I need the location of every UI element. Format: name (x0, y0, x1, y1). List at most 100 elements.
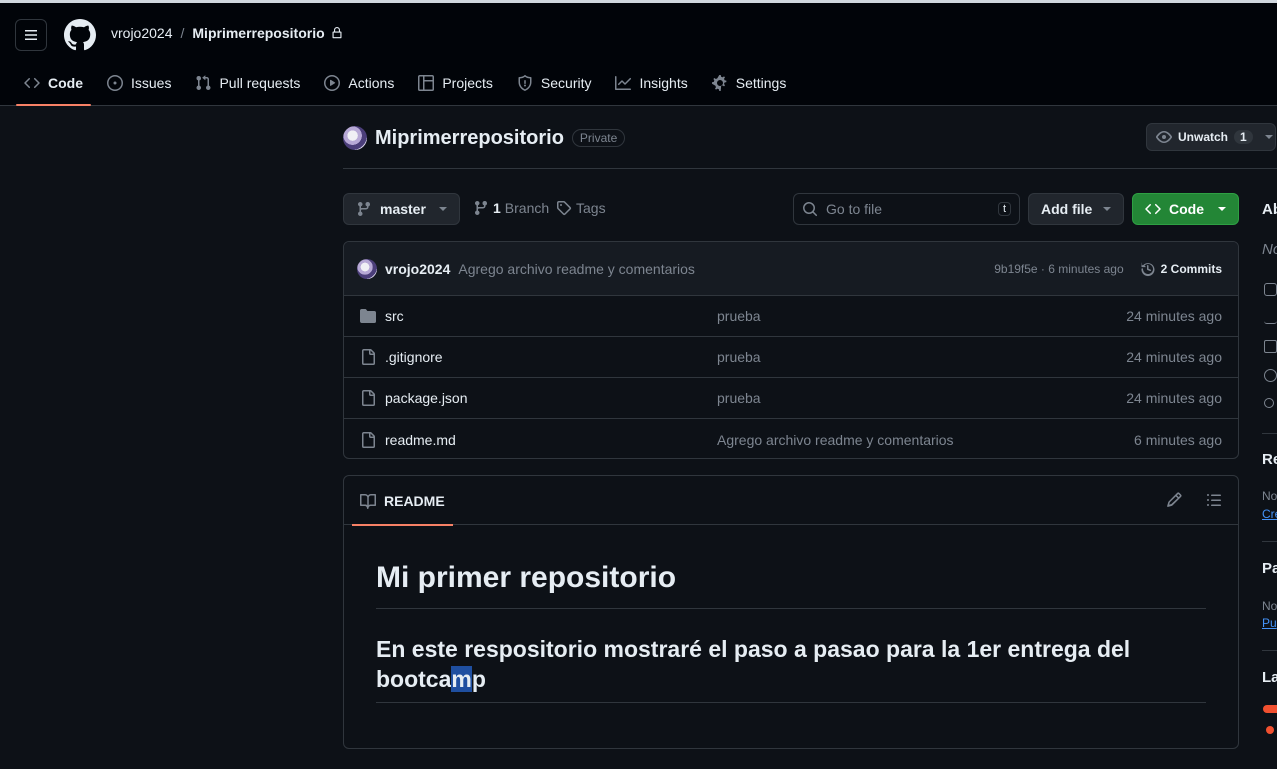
tab-insights[interactable]: Insights (607, 61, 695, 105)
repo-nav: Code Issues Pull requests Actions Projec… (16, 61, 802, 106)
page-title: Miprimerrepositorio (375, 126, 564, 149)
github-logo-icon[interactable] (64, 19, 96, 51)
file-commit-message[interactable]: Agrego archivo readme y comentarios (717, 432, 954, 448)
tags-link[interactable]: Tags (556, 200, 606, 216)
tab-readme[interactable]: README (352, 476, 453, 526)
file-time: 6 minutes ago (1134, 431, 1222, 448)
about-description: No (1262, 241, 1277, 258)
divider (343, 168, 1277, 169)
sidebar-divider (1262, 433, 1277, 434)
pencil-icon[interactable] (1166, 492, 1182, 508)
book-icon (1264, 283, 1277, 296)
file-commit-message[interactable]: prueba (717, 390, 761, 406)
tab-security[interactable]: Security (509, 61, 600, 105)
avatar[interactable] (343, 126, 367, 150)
branch-select-button[interactable]: master (343, 193, 460, 225)
language-bar (1263, 705, 1277, 713)
table-row[interactable]: src prueba 24 minutes ago (344, 296, 1238, 337)
commit-message[interactable]: Agrego archivo readme y comentarios (458, 261, 695, 277)
create-release-link[interactable]: Cre (1262, 507, 1277, 521)
commits-link[interactable]: 2 Commits (1140, 261, 1222, 277)
commit-hash-time[interactable]: 9b19f5e · 6 minutes ago (994, 262, 1123, 276)
tab-pull-requests[interactable]: Pull requests (187, 61, 308, 105)
visibility-badge: Private (571, 129, 626, 147)
chevron-down-icon (1218, 207, 1226, 211)
packages-heading: Pa (1262, 560, 1277, 577)
pulse-icon (1264, 311, 1277, 324)
readme-tab-label: README (384, 492, 445, 509)
file-time: 24 minutes ago (1126, 349, 1222, 365)
readme-header: README (344, 476, 1238, 526)
branch-icon (358, 201, 370, 217)
code-label: Code (1169, 201, 1204, 217)
languages-heading: La (1262, 669, 1277, 686)
tab-code[interactable]: Code (16, 61, 91, 106)
issue-icon (107, 75, 123, 91)
sidebar-divider (1262, 650, 1277, 651)
add-file-button[interactable]: Add file (1028, 193, 1124, 225)
table-row[interactable]: readme.md Agrego archivo readme y coment… (344, 419, 1238, 458)
tab-settings[interactable]: Settings (704, 61, 795, 105)
readme-subheading-text: En este respositorio mostraré el paso a … (376, 636, 1131, 692)
history-icon (1141, 262, 1155, 276)
file-time: 24 minutes ago (1126, 390, 1222, 406)
book-icon (360, 493, 376, 509)
branch-count-link[interactable]: 1 Branch (473, 200, 549, 216)
publish-package-link[interactable]: Pu (1262, 616, 1277, 630)
file-name[interactable]: package.json (385, 390, 468, 406)
chevron-down-icon (1264, 135, 1273, 139)
watch-count: 1 (1234, 130, 1253, 144)
tab-issues[interactable]: Issues (99, 61, 179, 105)
readme-subheading-end: p (471, 666, 486, 692)
branch-icon (475, 200, 487, 216)
hamburger-icon (25, 30, 37, 40)
latest-commit-row: vrojo2024 Agrego archivo readme y coment… (344, 242, 1238, 296)
breadcrumb-repo[interactable]: Miprimerrepositorio (192, 25, 324, 41)
releases-heading: Re (1262, 451, 1277, 468)
branch-label: Branch (504, 200, 550, 216)
tab-label: Security (540, 75, 592, 91)
file-name[interactable]: .gitignore (385, 349, 443, 365)
file-commit-message[interactable]: prueba (717, 308, 761, 324)
chevron-down-icon (1103, 207, 1111, 211)
text-selection: m (451, 666, 472, 692)
breadcrumb: vrojo2024 / Miprimerrepositorio (111, 25, 343, 41)
commits-count: 2 Commits (1160, 261, 1222, 276)
add-file-label: Add file (1041, 201, 1093, 217)
table-row[interactable]: .gitignore prueba 24 minutes ago (344, 337, 1238, 378)
file-commit-message[interactable]: prueba (717, 349, 761, 365)
list-icon[interactable] (1206, 492, 1222, 508)
eye-icon (1264, 369, 1277, 382)
tab-label: Insights (639, 75, 688, 91)
eye-icon (1156, 131, 1172, 143)
file-name[interactable]: readme.md (385, 432, 456, 448)
unwatch-button[interactable]: Unwatch 1 (1146, 123, 1276, 151)
menu-button[interactable] (15, 19, 47, 51)
gear-icon (711, 75, 727, 91)
tab-label: Settings (735, 75, 787, 91)
search-placeholder: Go to file (826, 201, 883, 217)
unwatch-label: Unwatch (1178, 130, 1229, 144)
file-time: 24 minutes ago (1126, 308, 1222, 324)
chevron-down-icon (439, 207, 447, 211)
shield-icon (518, 75, 532, 91)
star-icon (1264, 340, 1277, 353)
tab-label: Code (48, 75, 83, 91)
file-name[interactable]: src (385, 308, 404, 324)
graph-icon (615, 76, 632, 90)
breadcrumb-owner[interactable]: vrojo2024 (111, 25, 173, 41)
language-dot (1266, 726, 1274, 734)
table-row[interactable]: package.json prueba 24 minutes ago (344, 378, 1238, 419)
tab-label: Issues (131, 75, 172, 91)
commit-author[interactable]: vrojo2024 (385, 261, 450, 277)
code-dropdown-button[interactable]: Code (1132, 193, 1239, 225)
tab-projects[interactable]: Projects (410, 61, 501, 105)
pull-request-icon (196, 75, 211, 91)
avatar[interactable] (357, 258, 377, 279)
file-table: vrojo2024 Agrego archivo readme y coment… (343, 241, 1239, 459)
search-icon (803, 202, 818, 217)
repo-title-row: Miprimerrepositorio Private (343, 124, 626, 152)
go-to-file-search[interactable]: Go to file t (793, 193, 1020, 225)
branch-name: master (380, 201, 426, 217)
tab-actions[interactable]: Actions (316, 61, 402, 105)
